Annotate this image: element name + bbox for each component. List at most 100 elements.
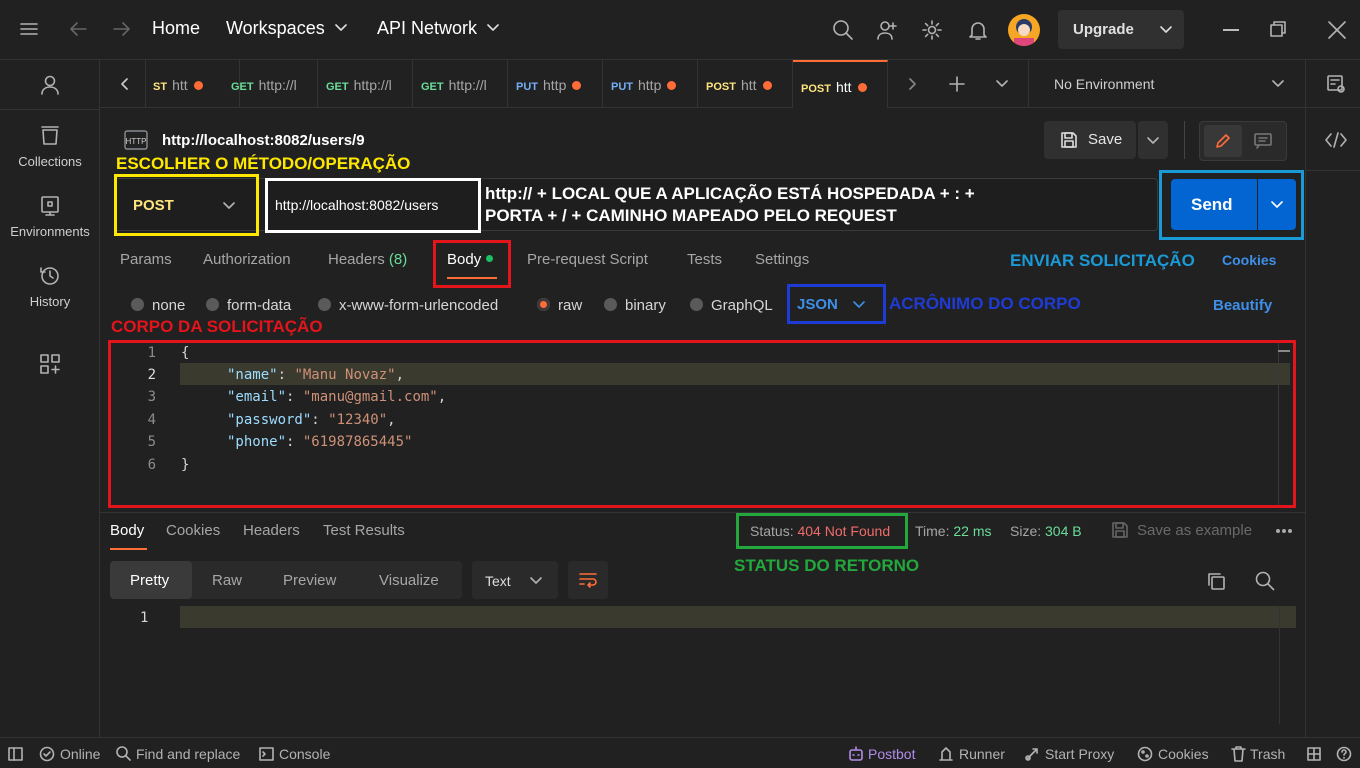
tab-headers[interactable]: Headers (8): [328, 251, 407, 268]
find-and-replace-button[interactable]: Find and replace: [136, 746, 240, 762]
sidebar-item-environments[interactable]: Environments: [0, 194, 100, 239]
tab-authorization[interactable]: Authorization: [203, 251, 291, 268]
sidebar-item-label: History: [29, 294, 71, 309]
upgrade-label: Upgrade: [1073, 21, 1134, 38]
tab-method: PUT: [611, 81, 633, 93]
close-icon[interactable]: [1328, 21, 1346, 39]
radio-binary[interactable]: binary: [604, 297, 666, 314]
sidebar-toggle-icon[interactable]: [8, 747, 23, 761]
home-link[interactable]: Home: [152, 18, 200, 39]
environment-eye-icon[interactable]: [1326, 74, 1346, 94]
format-select[interactable]: Text: [472, 561, 558, 599]
tab-method: ST: [153, 81, 168, 93]
tab-settings[interactable]: Settings: [755, 251, 809, 268]
response-tab-body[interactable]: Body: [110, 522, 144, 539]
start-proxy-button[interactable]: Start Proxy: [1045, 746, 1114, 762]
tab-request-3[interactable]: GET http://l: [318, 60, 413, 108]
code-icon[interactable]: [1325, 132, 1347, 148]
upgrade-button[interactable]: Upgrade: [1058, 10, 1184, 49]
response-size[interactable]: Size: 304 B: [1010, 523, 1082, 539]
sidebar-item-label: Collections: [18, 154, 82, 169]
back-arrow-icon[interactable]: [68, 20, 88, 38]
response-tab-headers[interactable]: Headers: [243, 522, 300, 539]
wrap-lines-button[interactable]: [568, 561, 608, 599]
view-visualize[interactable]: Visualize: [379, 572, 439, 589]
beautify-button[interactable]: Beautify: [1213, 297, 1272, 314]
menu-icon[interactable]: [20, 22, 38, 36]
tab-prerequest-script[interactable]: Pre-request Script: [527, 251, 648, 268]
online-status-icon: [39, 746, 55, 762]
postbot-button[interactable]: Postbot: [868, 746, 915, 762]
chevron-down-icon[interactable]: [996, 80, 1008, 88]
tab-request-7[interactable]: POST htt: [698, 60, 793, 108]
tab-request-2[interactable]: GET http://l: [223, 60, 318, 108]
runner-button[interactable]: Runner: [959, 746, 1005, 762]
avatar[interactable]: [1008, 14, 1040, 46]
tab-params[interactable]: Params: [120, 251, 172, 268]
tab-method: GET: [326, 81, 349, 93]
add-workbench-icon[interactable]: [39, 353, 61, 375]
edit-mode-button[interactable]: [1204, 125, 1242, 157]
view-raw[interactable]: Raw: [212, 572, 242, 589]
chevron-left-icon[interactable]: [120, 78, 128, 90]
trash-button[interactable]: Trash: [1250, 746, 1285, 762]
minimize-icon[interactable]: [1223, 29, 1239, 31]
cookies-link[interactable]: Cookies: [1222, 252, 1276, 268]
search-icon[interactable]: [1255, 571, 1275, 591]
layout-icon[interactable]: [1307, 747, 1321, 761]
headers-count: (8): [388, 251, 408, 268]
api-network-menu[interactable]: API Network: [377, 18, 477, 39]
chevron-down-icon: [1147, 137, 1159, 145]
tab-request-5[interactable]: PUT http: [508, 60, 603, 108]
radio-button: [131, 298, 144, 311]
radio-urlencoded[interactable]: x-www-form-urlencoded: [318, 297, 498, 314]
unsaved-dot: [572, 81, 582, 90]
user-icon[interactable]: [38, 73, 62, 97]
view-preview[interactable]: Preview: [283, 572, 336, 589]
tab-request-4[interactable]: GET http://l: [413, 60, 508, 108]
view-pretty[interactable]: Pretty: [110, 561, 192, 599]
invite-user-icon[interactable]: [876, 19, 898, 41]
online-status[interactable]: Online: [60, 746, 100, 762]
more-options-icon[interactable]: [1275, 528, 1293, 534]
radio-form-data[interactable]: form-data: [206, 297, 291, 314]
radio-graphql[interactable]: GraphQL: [690, 297, 773, 314]
copy-icon[interactable]: [1206, 571, 1226, 591]
new-tab-icon[interactable]: [949, 76, 965, 92]
radio-none[interactable]: none: [131, 297, 185, 314]
response-time[interactable]: Time: 22 ms: [915, 523, 992, 539]
chevron-down-icon[interactable]: [1272, 80, 1284, 88]
response-tab-test-results[interactable]: Test Results: [323, 522, 405, 539]
tab-tests[interactable]: Tests: [687, 251, 722, 268]
workspaces-menu[interactable]: Workspaces: [226, 18, 325, 39]
chevron-right-icon[interactable]: [909, 78, 917, 90]
annotation-url-line: PORTA + / + CAMINHO MAPEADO PELO REQUEST: [485, 206, 897, 225]
bell-icon[interactable]: [967, 19, 989, 41]
environment-select[interactable]: No Environment: [1054, 76, 1154, 92]
annotation-box-body-tab: [433, 240, 511, 288]
help-icon[interactable]: [1336, 746, 1352, 762]
save-as-example-button[interactable]: Save as example: [1137, 522, 1252, 539]
response-body[interactable]: [180, 606, 1296, 628]
response-scrollbar[interactable]: [1279, 606, 1280, 724]
tab-request-6[interactable]: PUT http: [603, 60, 698, 108]
tab-request-active[interactable]: POST htt: [793, 60, 888, 108]
forward-arrow-icon[interactable]: [112, 20, 132, 38]
annotation-status: STATUS DO RETORNO: [734, 556, 920, 575]
response-tab-cookies[interactable]: Cookies: [166, 522, 220, 539]
tab-bar: ST htt GET http://l GET http://l GET http://…: [100, 60, 1305, 108]
annotation-box-url: [265, 178, 481, 233]
annotation-box-method: [114, 174, 259, 236]
sidebar-item-label: Environments: [10, 224, 90, 239]
gear-icon[interactable]: [921, 19, 943, 41]
restore-icon[interactable]: [1270, 21, 1286, 37]
save-dropdown-button[interactable]: [1138, 121, 1168, 159]
console-button[interactable]: Console: [279, 746, 330, 762]
sidebar-item-history[interactable]: History: [0, 264, 100, 309]
radio-raw[interactable]: raw: [537, 297, 582, 314]
sidebar-item-collections[interactable]: Collections: [0, 124, 100, 169]
save-button[interactable]: Save: [1044, 121, 1136, 159]
search-icon[interactable]: [832, 19, 854, 41]
cookies-button[interactable]: Cookies: [1158, 746, 1209, 762]
comment-icon[interactable]: [1254, 133, 1272, 149]
